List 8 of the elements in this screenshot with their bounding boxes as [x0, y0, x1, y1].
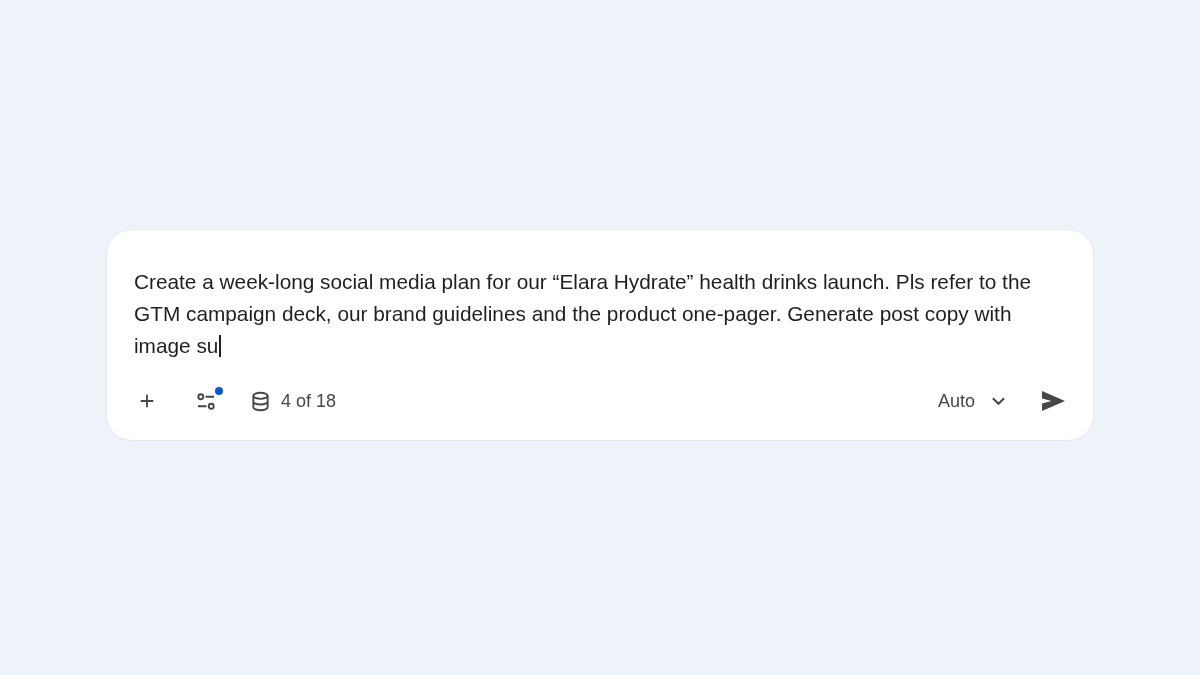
database-icon	[251, 390, 270, 412]
chevron-down-icon	[991, 396, 1006, 406]
model-dropdown[interactable]: Auto	[925, 381, 1014, 421]
prompt-input[interactable]: Create a week-long social media plan for our “Elara Hydrate” health drinks launch. Pls refer to the GTM campaign deck, our brand guidelines and the product one-pager. Generate post copy with image su	[127, 266, 1059, 362]
plus-icon	[138, 392, 156, 410]
send-icon	[1041, 391, 1065, 411]
sources-button[interactable]: 4 of 18	[245, 381, 343, 421]
sliders-icon	[194, 391, 218, 411]
